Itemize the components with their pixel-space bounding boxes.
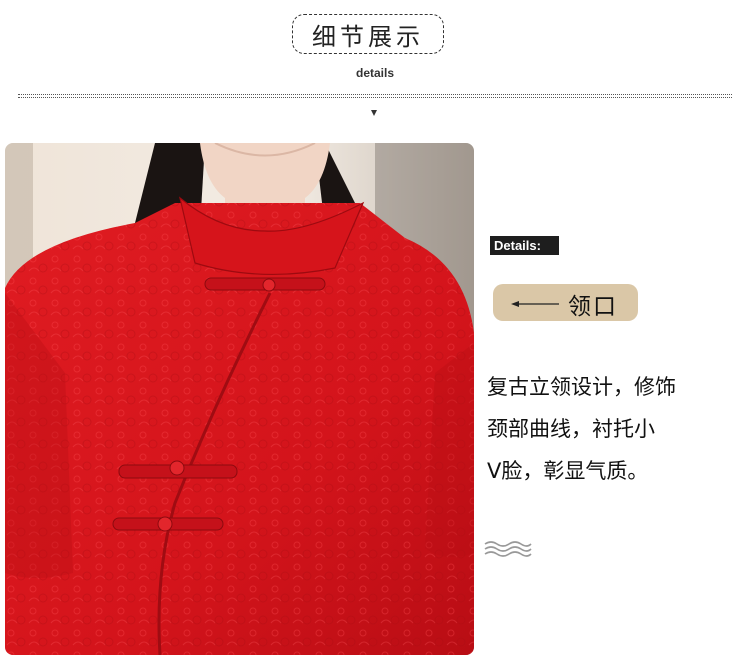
section-title: 细节展示 bbox=[312, 22, 424, 51]
section-subtitle: details bbox=[355, 66, 394, 80]
product-photo bbox=[5, 143, 474, 655]
part-label-pill: 领口 bbox=[493, 284, 638, 321]
detail-description: 复古立领设计，修饰 颈部曲线，衬托小 V脸，彰显气质。 bbox=[487, 366, 737, 492]
arrow-down-icon bbox=[371, 110, 377, 116]
dotted-divider bbox=[18, 94, 732, 98]
details-tag: Details: bbox=[490, 236, 559, 255]
wave-icon bbox=[484, 541, 532, 557]
part-label: 领口 bbox=[568, 294, 618, 320]
description-line: 颈部曲线，衬托小 bbox=[487, 417, 655, 441]
description-line: V脸，彰显气质。 bbox=[487, 459, 649, 483]
description-line: 复古立领设计，修饰 bbox=[487, 375, 676, 399]
left-arrow-icon bbox=[511, 301, 559, 307]
section-title-box: 细节展示 bbox=[292, 14, 444, 54]
